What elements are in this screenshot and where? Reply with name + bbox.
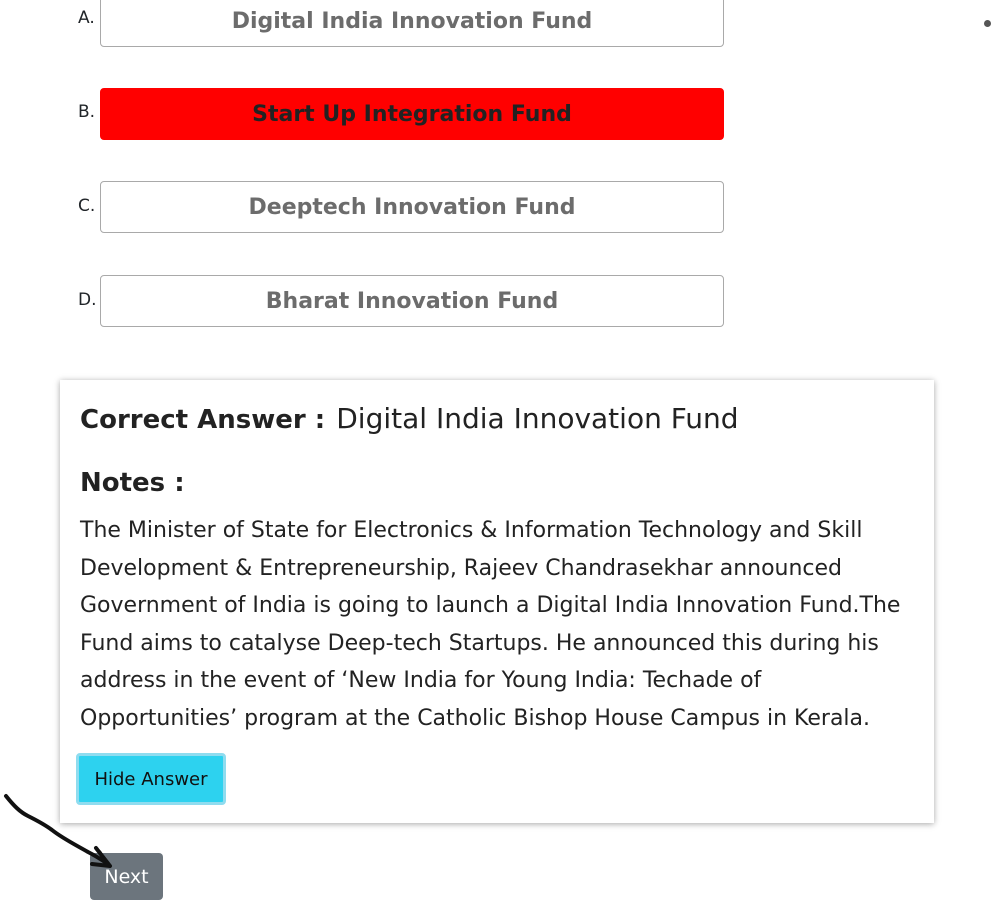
- option-d-letter: D.: [78, 290, 97, 310]
- correct-answer-label: Correct Answer :: [80, 405, 326, 435]
- option-b-letter: B.: [78, 102, 96, 122]
- option-d-label: Bharat Innovation Fund: [265, 288, 559, 314]
- notes-heading: Notes :: [80, 468, 185, 498]
- notes-text: The Minister of State for Electronics & …: [80, 518, 901, 731]
- option-a-label: Digital India Innovation Fund: [231, 8, 593, 34]
- correct-answer-value: Digital India Innovation Fund: [336, 402, 739, 435]
- option-a-button[interactable]: Digital India Innovation Fund: [100, 0, 724, 47]
- bullet-dot: [984, 20, 991, 27]
- option-d-button[interactable]: Bharat Innovation Fund: [100, 275, 724, 327]
- hide-answer-button[interactable]: Hide Answer: [76, 753, 226, 805]
- option-c-label: Deeptech Innovation Fund: [248, 194, 576, 220]
- quiz-page: A. Digital India Innovation Fund B. Star…: [0, 0, 991, 919]
- option-b-label: Start Up Integration Fund: [252, 101, 572, 127]
- option-a-letter: A.: [78, 8, 95, 28]
- option-b-button[interactable]: Start Up Integration Fund: [100, 88, 724, 140]
- next-button[interactable]: Next: [90, 853, 163, 900]
- answer-card: Correct Answer : Digital India Innovatio…: [60, 380, 934, 823]
- option-c-letter: C.: [78, 196, 96, 216]
- option-c-button[interactable]: Deeptech Innovation Fund: [100, 181, 724, 233]
- correct-answer-row: Correct Answer : Digital India Innovatio…: [80, 402, 739, 435]
